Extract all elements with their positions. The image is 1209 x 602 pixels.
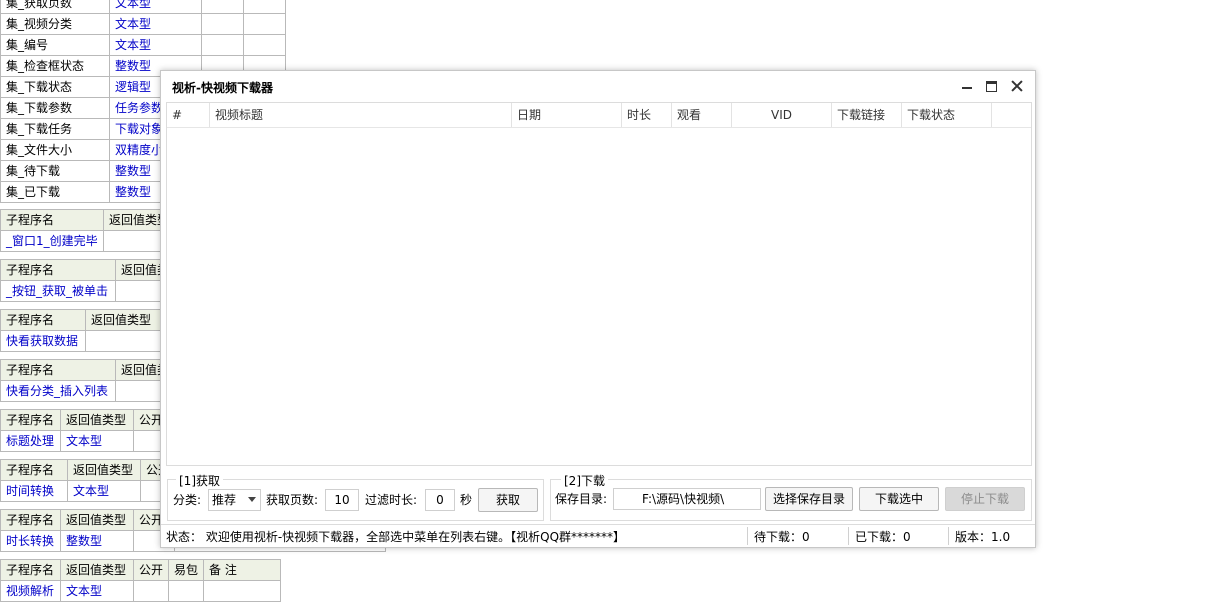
fetch-group-title: [1]获取 — [176, 472, 223, 489]
choose-save-dir-button[interactable]: 选择保存目录 — [765, 487, 853, 511]
maximize-icon[interactable] — [983, 77, 1001, 95]
subroutine-name[interactable]: 视频解析 — [0, 580, 61, 602]
category-select-value: 推荐 — [212, 493, 237, 507]
downloader-window: 视析-快视频下载器 # 视频标题 日期 时长 观看 VID 下载链接 下载状态 … — [160, 70, 1036, 548]
close-icon[interactable] — [1008, 77, 1026, 95]
pages-label: 获取页数: — [266, 493, 319, 507]
var-type[interactable]: 文本型 — [109, 34, 202, 56]
var-name[interactable]: 集_文件大小 — [0, 139, 110, 161]
subroutine-name[interactable]: 快看分类_插入列表 — [0, 380, 116, 402]
subroutine-name[interactable]: 时间转换 — [0, 480, 68, 502]
var-name[interactable]: 集_编号 — [0, 34, 110, 56]
var-name[interactable]: 集_检查框状态 — [0, 55, 110, 77]
var-name[interactable]: 集_获取页数 — [0, 0, 110, 14]
status-bar: 状态： 欢迎使用视析-快视频下载器，全部选中菜单在列表右键。【视析QQ群****… — [161, 524, 1035, 548]
var-name[interactable]: 集_待下载 — [0, 160, 110, 182]
var-name[interactable]: 集_视频分类 — [0, 13, 110, 35]
fetch-group: [1]获取 分类: 推荐 获取页数: 10 过滤时长: 0 秒 获取 — [167, 472, 544, 521]
var-type[interactable]: 文本型 — [109, 13, 202, 35]
subroutine-table: 子程序名 返回值类型 快看获取数据 — [0, 309, 177, 352]
category-label: 分类: — [173, 493, 202, 507]
status-divider — [948, 527, 949, 545]
var-name[interactable]: 集_下载参数 — [0, 97, 110, 119]
category-select[interactable]: 推荐 — [208, 489, 261, 511]
pending-count: 待下载：0 — [754, 530, 810, 544]
subroutine-name[interactable]: _窗口1_创建完毕 — [0, 230, 104, 252]
list-header: # 视频标题 日期 时长 观看 VID 下载链接 下载状态 — [167, 103, 1031, 128]
var-name[interactable]: 集_下载任务 — [0, 118, 110, 140]
minimize-icon[interactable] — [958, 77, 976, 95]
var-name[interactable]: 集_已下载 — [0, 181, 110, 203]
status-message: 状态： 欢迎使用视析-快视频下载器，全部选中菜单在列表右键。【视析QQ群****… — [166, 530, 626, 544]
subroutine-table: 子程序名 返回值类型 公开 时间转换 文本型 — [0, 459, 182, 502]
subroutine-table: 子程序名 返回值类型 公开 标题处理 文本型 — [0, 409, 175, 452]
title-bar[interactable]: 视析-快视频下载器 — [161, 71, 1035, 101]
filter-duration-label: 过滤时长: — [365, 493, 418, 507]
status-divider — [848, 527, 849, 545]
subroutine-name[interactable]: 时长转换 — [0, 530, 61, 552]
column-header-vid[interactable]: VID — [732, 103, 832, 127]
pages-input[interactable]: 10 — [325, 489, 359, 511]
download-selected-button[interactable]: 下载选中 — [859, 487, 939, 511]
window-title: 视析-快视频下载器 — [172, 81, 273, 95]
chevron-down-icon — [248, 497, 256, 502]
column-header-download-link[interactable]: 下载链接 — [832, 103, 902, 127]
status-divider — [747, 527, 748, 545]
save-dir-input[interactable]: F:\源码\快视频\ — [613, 488, 761, 510]
var-type[interactable]: 文本型 — [109, 0, 202, 14]
subroutine-name[interactable]: _按钮_获取_被单击 — [0, 280, 116, 302]
subroutine-name[interactable]: 标题处理 — [0, 430, 61, 452]
video-list[interactable]: # 视频标题 日期 时长 观看 VID 下载链接 下载状态 — [166, 102, 1032, 466]
seconds-unit-label: 秒 — [460, 493, 473, 507]
downloaded-count: 已下载：0 — [855, 530, 911, 544]
column-header-duration[interactable]: 时长 — [622, 103, 672, 127]
save-dir-label: 保存目录: — [555, 492, 608, 506]
column-header-views[interactable]: 观看 — [672, 103, 732, 127]
filter-duration-input[interactable]: 0 — [425, 489, 455, 511]
download-group: [2]下载 保存目录: F:\源码\快视频\ 选择保存目录 下载选中 停止下载 — [550, 472, 1032, 521]
fetch-button[interactable]: 获取 — [478, 488, 538, 512]
subroutine-name[interactable]: 快看获取数据 — [0, 330, 86, 352]
column-header-date[interactable]: 日期 — [512, 103, 622, 127]
stop-download-button: 停止下载 — [945, 487, 1025, 511]
column-header-index[interactable]: # — [167, 103, 210, 127]
column-header-title[interactable]: 视频标题 — [210, 103, 512, 127]
download-group-title: [2]下载 — [561, 472, 608, 489]
version-label: 版本：1.0 — [955, 530, 1011, 544]
column-header-download-status[interactable]: 下载状态 — [902, 103, 992, 127]
var-name[interactable]: 集_下载状态 — [0, 76, 110, 98]
